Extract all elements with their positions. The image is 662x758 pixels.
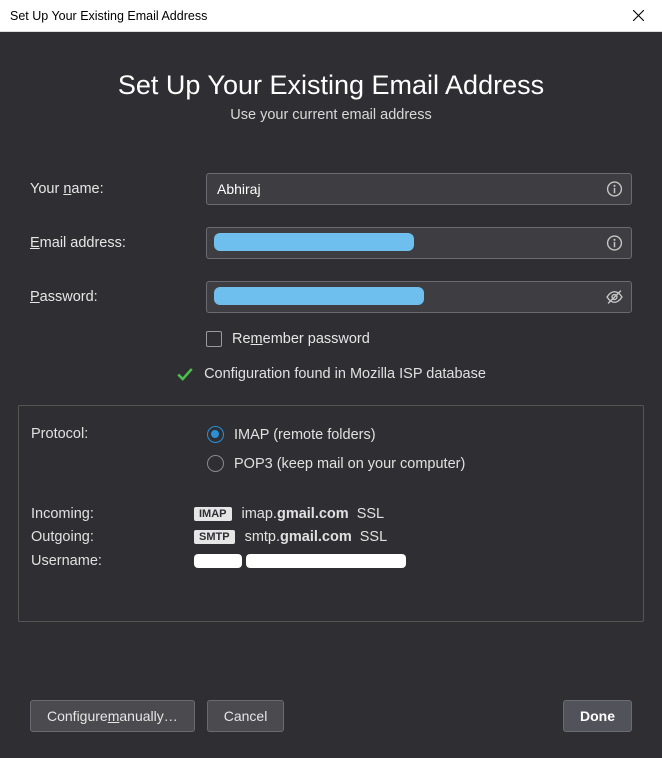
- email-redaction: [214, 233, 414, 251]
- outgoing-host: smtp.gmail.com: [245, 529, 352, 545]
- radio-icon: [207, 455, 224, 472]
- info-icon[interactable]: [606, 235, 623, 252]
- close-icon: [633, 10, 644, 21]
- username-label: Username:: [31, 553, 194, 569]
- window-title: Set Up Your Existing Email Address: [10, 9, 207, 23]
- username-redaction: [194, 552, 631, 570]
- name-input[interactable]: [206, 173, 632, 205]
- info-icon[interactable]: [606, 181, 623, 198]
- remember-row: Remember password: [206, 331, 632, 347]
- radio-icon: [207, 426, 224, 443]
- incoming-label: Incoming:: [31, 506, 194, 522]
- remember-label: Remember password: [232, 331, 370, 347]
- radio-pop3[interactable]: POP3 (keep mail on your computer): [207, 455, 631, 472]
- radio-imap-label: IMAP (remote folders): [234, 427, 376, 443]
- protocol-box: Protocol: IMAP (remote folders) POP3 (ke…: [18, 405, 644, 622]
- done-button[interactable]: Done: [563, 700, 632, 732]
- email-input-wrap: [206, 227, 632, 259]
- incoming-host: imap.gmail.com: [242, 506, 349, 522]
- name-row: Your name:: [30, 173, 632, 205]
- email-label: Email address:: [30, 235, 206, 251]
- page-heading: Set Up Your Existing Email Address: [30, 70, 632, 101]
- page-title: Set Up Your Existing Email Address: [30, 70, 632, 101]
- button-row: Configure manually… Cancel Done: [30, 700, 632, 732]
- page-subtitle: Use your current email address: [30, 107, 632, 123]
- imap-badge: IMAP: [194, 507, 232, 521]
- remember-checkbox[interactable]: [206, 331, 222, 347]
- radio-imap[interactable]: IMAP (remote folders): [207, 426, 631, 443]
- status-row: Configuration found in Mozilla ISP datab…: [30, 365, 632, 383]
- cancel-button[interactable]: Cancel: [207, 700, 285, 732]
- smtp-badge: SMTP: [194, 530, 235, 544]
- incoming-row: Incoming: IMAP imap.gmail.com SSL: [31, 506, 631, 522]
- name-input-wrap: [206, 173, 632, 205]
- outgoing-label: Outgoing:: [31, 529, 194, 545]
- password-input-wrap: [206, 281, 632, 313]
- eye-off-icon[interactable]: [606, 289, 623, 306]
- titlebar: Set Up Your Existing Email Address: [0, 0, 662, 32]
- configure-manually-button[interactable]: Configure manually…: [30, 700, 195, 732]
- email-row: Email address:: [30, 227, 632, 259]
- name-label: Your name:: [30, 181, 206, 197]
- protocol-radio-group: IMAP (remote folders) POP3 (keep mail on…: [207, 426, 631, 484]
- password-redaction: [214, 287, 424, 305]
- incoming-ssl: SSL: [357, 506, 384, 522]
- server-rows: Incoming: IMAP imap.gmail.com SSL Outgoi…: [19, 506, 643, 570]
- password-row: Password:: [30, 281, 632, 313]
- password-label: Password:: [30, 289, 206, 305]
- close-button[interactable]: [618, 2, 658, 30]
- outgoing-row: Outgoing: SMTP smtp.gmail.com SSL: [31, 529, 631, 545]
- radio-pop3-label: POP3 (keep mail on your computer): [234, 456, 465, 472]
- outgoing-ssl: SSL: [360, 529, 387, 545]
- protocol-label: Protocol:: [31, 426, 207, 484]
- username-row: Username:: [31, 552, 631, 570]
- dialog-content: Set Up Your Existing Email Address Use y…: [0, 32, 662, 758]
- protocol-row: Protocol: IMAP (remote folders) POP3 (ke…: [19, 426, 643, 484]
- check-icon: [176, 365, 194, 383]
- status-text: Configuration found in Mozilla ISP datab…: [204, 366, 486, 382]
